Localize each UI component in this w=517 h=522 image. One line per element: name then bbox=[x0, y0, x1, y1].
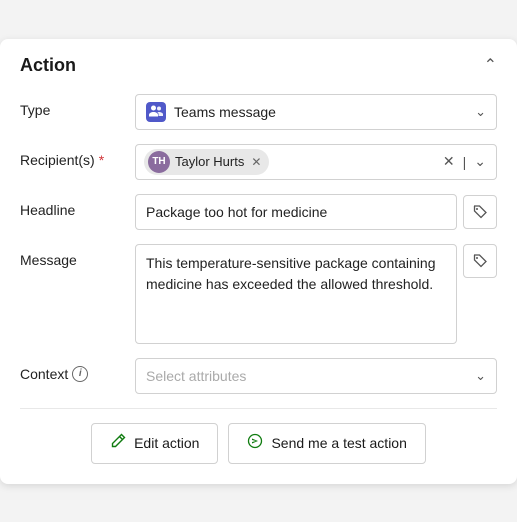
context-chevron-icon: ⌄ bbox=[475, 368, 486, 384]
message-input[interactable]: This temperature-sensitive package conta… bbox=[135, 244, 457, 344]
tag-icon bbox=[472, 253, 488, 269]
headline-row: Headline bbox=[20, 194, 497, 230]
edit-action-button[interactable]: Edit action bbox=[91, 423, 218, 464]
message-label: Message bbox=[20, 244, 135, 268]
context-control: Select attributes ⌄ bbox=[135, 358, 497, 394]
type-control: Teams message ⌄ bbox=[135, 94, 497, 130]
context-dropdown[interactable]: Select attributes ⌄ bbox=[135, 358, 497, 394]
edit-action-label: Edit action bbox=[134, 435, 199, 451]
recipient-tag: TH Taylor Hurts ✕ bbox=[144, 149, 269, 175]
context-row: Context i Select attributes ⌄ bbox=[20, 358, 497, 394]
recipients-field[interactable]: TH Taylor Hurts ✕ ✕ | ⌄ bbox=[135, 144, 497, 180]
message-edit-button[interactable] bbox=[463, 244, 497, 278]
headline-label: Headline bbox=[20, 194, 135, 218]
recipients-row: Recipient(s) * TH Taylor Hurts ✕ ✕ | ⌄ bbox=[20, 144, 497, 180]
recipient-actions: ✕ | ⌄ bbox=[441, 151, 488, 172]
collapse-icon[interactable]: ⌃ bbox=[484, 55, 497, 75]
card-header: Action ⌃ bbox=[20, 55, 497, 76]
headline-edit-button[interactable] bbox=[463, 195, 497, 229]
type-label: Type bbox=[20, 94, 135, 118]
context-label: Context i bbox=[20, 358, 135, 382]
headline-input[interactable] bbox=[135, 194, 457, 230]
send-icon bbox=[247, 433, 263, 449]
recipients-label: Recipient(s) * bbox=[20, 144, 135, 168]
recipients-chevron-icon[interactable]: ⌄ bbox=[472, 151, 488, 172]
type-chevron-icon: ⌄ bbox=[475, 104, 486, 120]
recipient-name: Taylor Hurts bbox=[175, 154, 244, 169]
type-dropdown[interactable]: Teams message ⌄ bbox=[135, 94, 497, 130]
clear-recipients-icon[interactable]: ✕ bbox=[441, 151, 457, 172]
tag-icon bbox=[472, 204, 488, 220]
message-row: Message This temperature-sensitive packa… bbox=[20, 244, 497, 344]
footer-buttons: Edit action Send me a test action bbox=[20, 423, 497, 464]
required-indicator: * bbox=[99, 152, 104, 168]
headline-control bbox=[135, 194, 497, 230]
message-control: This temperature-sensitive package conta… bbox=[135, 244, 497, 344]
test-action-icon bbox=[247, 433, 263, 454]
card-title: Action bbox=[20, 55, 76, 76]
recipient-avatar: TH bbox=[148, 151, 170, 173]
type-row: Type Teams message ⌄ bbox=[20, 94, 497, 130]
edit-action-icon bbox=[110, 433, 126, 454]
footer-separator bbox=[20, 408, 497, 409]
action-card: Action ⌃ Type Teams message ⌄ bbox=[0, 39, 517, 484]
recipient-remove-icon[interactable]: ✕ bbox=[251, 155, 261, 169]
divider: | bbox=[461, 152, 469, 172]
test-action-label: Send me a test action bbox=[271, 435, 406, 451]
recipients-control: TH Taylor Hurts ✕ ✕ | ⌄ bbox=[135, 144, 497, 180]
test-action-button[interactable]: Send me a test action bbox=[228, 423, 425, 464]
pencil-icon bbox=[110, 433, 126, 449]
context-info-icon[interactable]: i bbox=[72, 366, 88, 382]
teams-icon bbox=[146, 102, 166, 122]
